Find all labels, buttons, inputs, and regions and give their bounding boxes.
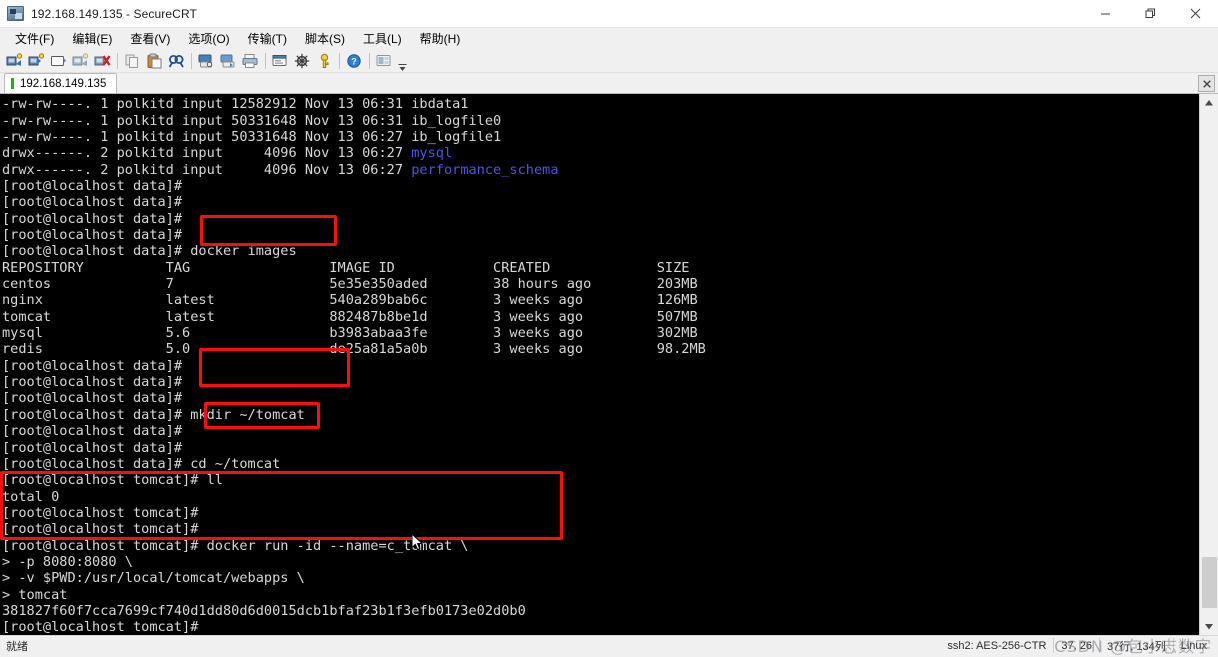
scroll-up-button[interactable] <box>1200 94 1218 112</box>
global-options-icon[interactable] <box>292 51 313 72</box>
securecrt-window: 192.168.149.135 - SecureCRT 文件(F) 编辑(E) … <box>0 0 1218 656</box>
scrollbar-thumb[interactable] <box>1201 557 1217 609</box>
status-cursor-position: 37, 26 <box>1053 638 1099 654</box>
menu-tools[interactable]: 工具(L) <box>354 27 411 51</box>
directory-name: performance_schema <box>411 161 559 178</box>
arrange-icon[interactable] <box>374 51 395 72</box>
terminal-output[interactable]: -rw-rw----. 1 polkitd input 12582912 Nov… <box>0 94 1199 636</box>
tab-session-192-168-149-135[interactable]: 192.168.149.135 <box>4 73 118 94</box>
tab-bar: 192.168.149.135 <box>0 73 1218 95</box>
status-ready-text: 就绪 <box>6 640 28 653</box>
tab-label: 192.168.149.135 <box>20 77 107 90</box>
directory-name: mysql <box>411 145 453 162</box>
menu-edit[interactable]: 编辑(E) <box>63 27 121 51</box>
status-right-group: ssh2: AES-256-CTR 37, 26 37行, 134列 Linux <box>940 638 1218 654</box>
help-icon[interactable]: ? <box>344 51 365 72</box>
securecrt-icon <box>7 6 24 21</box>
tab-status-indicator <box>11 78 14 90</box>
terminal-area: -rw-rw----. 1 polkitd input 12582912 Nov… <box>0 94 1218 636</box>
print-icon[interactable] <box>240 51 261 72</box>
menu-bar: 文件(F) 编辑(E) 查看(V) 选项(O) 传输(T) 脚本(S) 工具(L… <box>0 28 1218 50</box>
window-controls <box>1083 0 1218 27</box>
svg-text:?: ? <box>351 57 357 67</box>
disconnect-icon[interactable] <box>92 51 113 72</box>
connect-local-shell-icon[interactable] <box>48 51 69 72</box>
key-icon[interactable] <box>314 51 335 72</box>
toolbar-separator <box>265 53 266 70</box>
toolbar-separator <box>117 53 118 70</box>
status-bar: 就绪 ssh2: AES-256-CTR 37, 26 37行, 134列 Li… <box>0 635 1218 656</box>
toolbar-overflow-button[interactable] <box>398 51 407 72</box>
toolbar-separator <box>369 53 370 70</box>
print-screen-icon[interactable] <box>218 51 239 72</box>
close-tab-button[interactable] <box>1198 75 1215 93</box>
log-session-icon[interactable] <box>196 51 217 72</box>
status-protocol: ssh2: AES-256-CTR <box>947 639 1047 652</box>
maximize-restore-button[interactable] <box>1128 0 1173 27</box>
find-icon[interactable] <box>166 51 187 72</box>
status-dimensions: 37行, 134列 <box>1099 638 1173 654</box>
window-title: 192.168.149.135 - SecureCRT <box>31 6 197 21</box>
menu-view[interactable]: 查看(V) <box>121 27 179 51</box>
menu-file[interactable]: 文件(F) <box>6 27 63 51</box>
quick-connect-icon[interactable] <box>26 51 47 72</box>
copy-icon[interactable] <box>122 51 143 72</box>
close-button[interactable] <box>1173 0 1218 27</box>
session-options-icon[interactable] <box>270 51 291 72</box>
toolbar-separator <box>339 53 340 70</box>
paste-icon[interactable] <box>144 51 165 72</box>
scroll-down-button[interactable] <box>1200 618 1218 636</box>
minimize-button[interactable] <box>1083 0 1128 27</box>
menu-transfer[interactable]: 传输(T) <box>239 27 296 51</box>
reconnect-icon[interactable] <box>70 51 91 72</box>
title-bar: 192.168.149.135 - SecureCRT <box>0 0 1218 28</box>
menu-script[interactable]: 脚本(S) <box>296 27 354 51</box>
menu-options[interactable]: 选项(O) <box>179 27 238 51</box>
menu-help[interactable]: 帮助(H) <box>411 27 470 51</box>
toolbar-separator <box>191 53 192 70</box>
scrollbar-track[interactable] <box>1200 111 1218 619</box>
status-emulation: Linux <box>1172 638 1214 654</box>
terminal-scrollbar[interactable] <box>1199 94 1218 636</box>
connect-icon[interactable] <box>4 51 25 72</box>
toolbar: ? <box>0 50 1218 74</box>
